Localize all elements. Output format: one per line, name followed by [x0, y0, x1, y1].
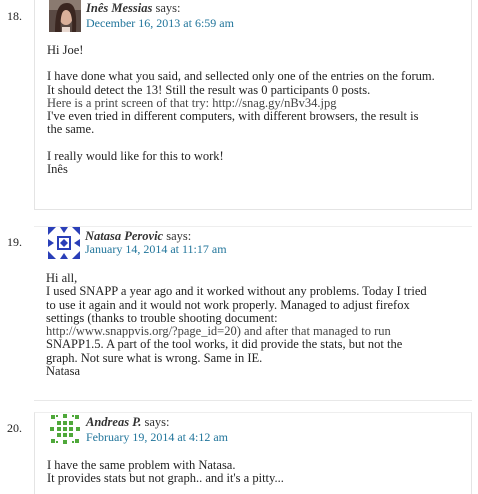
text-line: settings (thanks to trouble shooting doc… [46, 310, 278, 325]
text-line: Inês [47, 162, 68, 177]
avatar [48, 227, 80, 259]
text-line: I've even tried in different computers, … [47, 109, 419, 124]
text-line: I have the same problem with Natasa. [47, 458, 236, 472]
comment-date-link[interactable]: January 14, 2014 at 11:17 am [85, 242, 227, 257]
comment-18: 18. Inês Messias says: December 16, 2013… [0, 0, 478, 210]
says-label: says: [155, 1, 181, 15]
comment-date-link[interactable]: December 16, 2013 at 6:59 am [86, 16, 234, 31]
text-line: the same. [47, 122, 95, 137]
comment-body: Hi all, I used SNAPP a year ago and it w… [46, 271, 462, 379]
comment-date-link[interactable]: February 19, 2014 at 4:12 am [86, 430, 228, 445]
comment-body: Hi Joe! I have done what you said, and s… [47, 43, 461, 177]
paragraph: I really would like for this to work! In… [47, 148, 461, 177]
avatar [49, 0, 81, 32]
comment-number: 19. [7, 235, 22, 249]
comment-body: I have the same problem with Natasa. It … [47, 458, 461, 486]
text-line: I used SNAPP a year ago and it worked wi… [46, 284, 427, 299]
screenshot-link[interactable]: Here is a print screen of that try: http… [47, 96, 337, 110]
text-line: It provides stats but not graph.. and it… [47, 471, 284, 486]
text-line: Hi Joe! [47, 43, 84, 57]
comment-box: Andreas P. says: February 19, 2014 at 4:… [34, 412, 472, 494]
text-line: to use it again and it would not work pr… [46, 297, 410, 312]
text-line: Hi all, [46, 271, 78, 285]
text-line: graph. Not sure what is wrong. Same in I… [46, 350, 263, 365]
comment-author: Inês Messias says: [86, 1, 180, 16]
paragraph: Hi all, I used SNAPP a year ago and it w… [46, 271, 462, 379]
avatar [49, 413, 81, 445]
author-name: Andreas P. [86, 415, 142, 429]
paragraph: Hi Joe! [47, 43, 461, 57]
text-line: I have done what you said, and sellected… [47, 69, 435, 84]
comment-19: 19. Natasa Perovic says: January 14, 201… [0, 226, 478, 401]
comment-box: Natasa Perovic says: January 14, 2014 at… [34, 226, 472, 401]
comment-20: 20. Andreas P. says: February 19, 2014 a… [0, 412, 478, 494]
paragraph: I have done what you said, and sellected… [47, 70, 461, 136]
author-name: Natasa Perovic [85, 229, 164, 243]
text-line: Natasa [46, 364, 81, 379]
comment-number: 20. [7, 421, 22, 435]
text-line: I really would like for this to work! [47, 148, 224, 163]
comment-author: Andreas P. says: [86, 415, 169, 430]
says-label: says: [144, 415, 170, 429]
comment-number: 18. [7, 9, 22, 23]
says-label: says: [166, 229, 192, 243]
comment-box: Inês Messias says: December 16, 2013 at … [34, 0, 472, 210]
troubleshooting-link[interactable]: http://www.snappvis.org/?page_id=20) and… [46, 324, 391, 338]
text-line: SNAPP1.5. A part of the tool works, it d… [46, 337, 403, 352]
author-name: Inês Messias [86, 1, 153, 15]
paragraph: I have the same problem with Natasa. It … [47, 458, 461, 486]
text-line: It should detect the 13! Still the resul… [47, 82, 371, 97]
